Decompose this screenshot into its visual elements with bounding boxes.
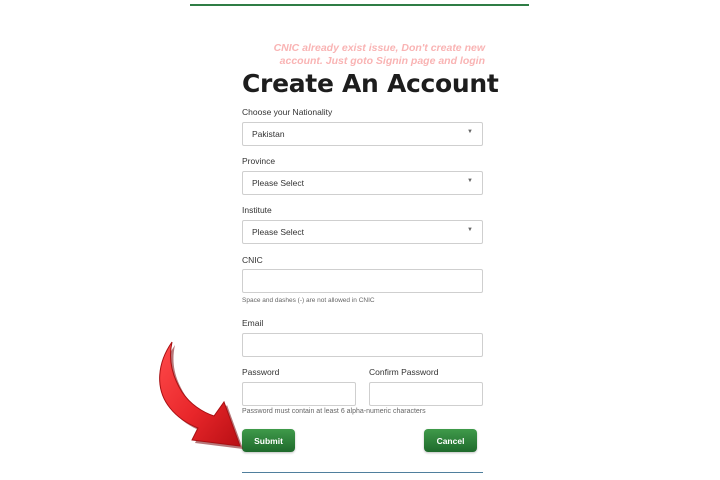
password-input[interactable] bbox=[242, 382, 356, 406]
notice-line-1: CNIC already exist issue, Don't create n… bbox=[273, 42, 485, 54]
notice-text: CNIC already exist issue, Don't create n… bbox=[243, 42, 485, 68]
province-select[interactable]: Please Select ▼ bbox=[242, 171, 483, 195]
cancel-button[interactable]: Cancel bbox=[424, 429, 477, 452]
province-value: Please Select bbox=[252, 178, 304, 188]
caret-down-icon: ▼ bbox=[467, 178, 473, 184]
nationality-label: Choose your Nationality bbox=[242, 107, 333, 117]
cnic-label: CNIC bbox=[242, 255, 263, 265]
institute-select[interactable]: Please Select ▼ bbox=[242, 220, 483, 244]
cnic-input[interactable] bbox=[242, 269, 483, 293]
cnic-hint: Space and dashes (-) are not allowed in … bbox=[242, 297, 375, 304]
caret-down-icon: ▼ bbox=[467, 129, 473, 135]
password-hint: Password must contain at least 6 alpha-n… bbox=[242, 408, 426, 415]
email-label: Email bbox=[242, 318, 264, 328]
red-arrow-icon bbox=[159, 341, 243, 449]
province-label: Province bbox=[242, 156, 276, 166]
caret-down-icon: ▼ bbox=[467, 227, 473, 233]
institute-label: Institute bbox=[242, 205, 272, 215]
nationality-select[interactable]: Pakistan ▼ bbox=[242, 122, 483, 146]
top-divider bbox=[190, 4, 529, 6]
page-title: Create An Account bbox=[242, 69, 499, 98]
confirm-password-label: Confirm Password bbox=[369, 367, 439, 377]
institute-value: Please Select bbox=[252, 227, 304, 237]
nationality-value: Pakistan bbox=[252, 129, 285, 139]
email-input[interactable] bbox=[242, 333, 483, 357]
confirm-password-input[interactable] bbox=[369, 382, 483, 406]
notice-line-2: account. Just goto Signin page and login bbox=[279, 55, 485, 67]
bottom-divider bbox=[242, 472, 483, 473]
